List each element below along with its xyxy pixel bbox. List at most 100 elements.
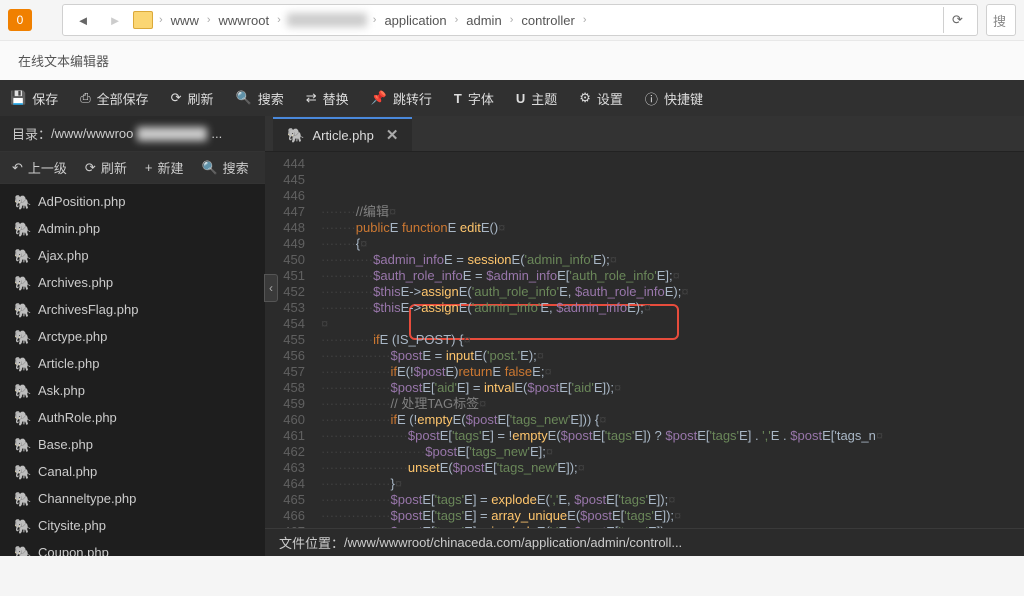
file-name: Ask.php [38,383,85,398]
theme-icon: U [516,91,525,106]
file-name: ArchivesFlag.php [38,302,138,317]
php-icon: 🐘 [14,413,30,423]
tab-label: Article.php [312,128,373,143]
info-icon: ⓘ [645,89,658,108]
file-list: 🐘AdPosition.php🐘Admin.php🐘Ajax.php🐘Archi… [0,184,265,556]
collapse-sidebar-button[interactable]: ‹ [264,274,278,302]
sidebar-path: 目录：/www/wwwroo ... [0,116,265,152]
status-bar: 文件位置：/www/wwwroot/chinaceda.com/applicat… [265,528,1024,556]
crumb-1[interactable]: wwwroot [217,13,272,28]
file-name: Coupon.php [38,545,109,556]
plus-icon: + [145,160,153,175]
refresh-icon: ⟳ [85,160,96,176]
file-name: Canal.php [38,464,97,479]
sidebar-actions: ↶上一级 ⟳刷新 +新建 🔍搜索 [0,152,265,184]
file-item[interactable]: 🐘 Archives.php [0,269,265,296]
nav-fwd-button: ► [101,7,129,33]
file-name: AuthRole.php [38,410,117,425]
up-icon: ↶ [12,160,23,176]
php-icon: 🐘 [14,278,30,288]
php-icon: 🐘 [14,332,30,342]
breadcrumb: ◄ ► › www› wwwroot› › application› admin… [62,4,978,36]
crumb-2-blurred [287,13,367,27]
refresh-button[interactable]: ⟳ [943,7,971,33]
notification-badge[interactable]: 0 [8,9,32,31]
search-input[interactable]: 搜 [986,4,1016,36]
crumb-3[interactable]: application [382,13,448,28]
file-item[interactable]: 🐘 AdPosition.php [0,188,265,215]
main-panel: 目录：/www/wwwroo ... ↶上一级 ⟳刷新 +新建 🔍搜索 🐘 AdP… [0,116,1024,556]
refresh-icon: ⟳ [171,90,182,106]
file-name: Archives.php [38,275,113,290]
goto-line-button[interactable]: 📌跳转行 [371,89,432,108]
php-icon: 🐘 [14,359,30,369]
nav-back-button[interactable]: ◄ [69,7,97,33]
refresh-button[interactable]: ⟳刷新 [171,89,214,108]
file-item[interactable]: 🐘 Article.php [0,350,265,377]
file-item[interactable]: 🐘 Coupon.php [0,539,265,556]
php-icon: 🐘 [14,224,30,234]
file-item[interactable]: 🐘ArchivesFlag.php [0,296,265,323]
settings-button[interactable]: ⚙设置 [579,89,623,108]
folder-icon [133,11,153,29]
php-icon: 🐘 [14,386,30,396]
code-lines[interactable]: ········//编辑¤········publicE functionE e… [313,152,1024,528]
path-blurred [137,127,207,141]
crumb-4[interactable]: admin [464,13,503,28]
sidebar-search-button[interactable]: 🔍搜索 [201,158,248,177]
save-button[interactable]: 💾保存 [10,89,58,108]
replace-icon: ⇄ [306,90,317,106]
editor-toolbar: 💾保存 ⎙全部保存 ⟳刷新 🔍搜索 ⇄替换 📌跳转行 T字体 U主题 ⚙设置 ⓘ… [0,80,1024,116]
search-button[interactable]: 🔍搜索 [236,89,284,108]
search-icon: 🔍 [201,160,217,176]
file-item[interactable]: 🐘 Arctype.php [0,323,265,350]
php-icon: 🐘 [14,548,30,557]
file-name: Arctype.php [38,329,107,344]
up-level-button[interactable]: ↶上一级 [12,158,67,177]
php-icon: 🐘 [14,494,30,504]
php-icon: 🐘 [14,197,30,207]
sidebar-refresh-button[interactable]: ⟳刷新 [85,158,127,177]
font-button[interactable]: T字体 [454,89,494,108]
save-all-button[interactable]: ⎙全部保存 [80,89,148,108]
line-gutter: 4444454464474484494504514524534544554564… [265,152,313,528]
file-name: Channeltype.php [38,491,136,506]
file-sidebar: 目录：/www/wwwroo ... ↶上一级 ⟳刷新 +新建 🔍搜索 🐘 AdP… [0,116,265,556]
save-all-icon: ⎙ [80,90,90,106]
php-icon: 🐘 [14,251,30,261]
search-icon: 🔍 [236,90,252,106]
file-name: AdPosition.php [38,194,125,209]
file-name: Admin.php [38,221,100,236]
file-item[interactable]: 🐘 Admin.php [0,215,265,242]
file-item[interactable]: 🐘 AuthRole.php [0,404,265,431]
code-editor: ‹ 🐘 Article.php ✕ 4444454464474484494504… [265,116,1024,556]
pin-icon: 📌 [371,90,387,106]
close-tab-icon[interactable]: ✕ [386,126,399,144]
php-icon: 🐘 [14,521,30,531]
crumb-0[interactable]: www [169,13,201,28]
crumb-5[interactable]: controller [519,13,576,28]
file-name: Base.php [38,437,93,452]
file-item[interactable]: 🐘 Base.php [0,431,265,458]
file-name: Citysite.php [38,518,106,533]
file-item[interactable]: 🐘 Canal.php [0,458,265,485]
tab-bar: 🐘 Article.php ✕ [265,116,1024,152]
code-area[interactable]: 4444454464474484494504514524534544554564… [265,152,1024,528]
theme-button[interactable]: U主题 [516,89,557,108]
shortcuts-button[interactable]: ⓘ快捷键 [645,89,703,108]
file-item[interactable]: 🐘Ajax.php [0,242,265,269]
top-bar: 0 ◄ ► › www› wwwroot› › application› adm… [0,0,1024,40]
php-icon: 🐘 [14,467,30,477]
php-icon: 🐘 [14,440,30,450]
file-item[interactable]: 🐘 Ask.php [0,377,265,404]
replace-button[interactable]: ⇄替换 [306,89,349,108]
page-title: 在线文本编辑器 [0,40,1024,80]
gear-icon: ⚙ [579,90,591,106]
file-item[interactable]: 🐘 Citysite.php [0,512,265,539]
font-icon: T [454,91,462,106]
tab-article[interactable]: 🐘 Article.php ✕ [273,117,412,151]
new-file-button[interactable]: +新建 [145,158,184,177]
php-icon: 🐘 [287,127,304,144]
file-name: Article.php [38,356,99,371]
file-item[interactable]: 🐘 Channeltype.php [0,485,265,512]
